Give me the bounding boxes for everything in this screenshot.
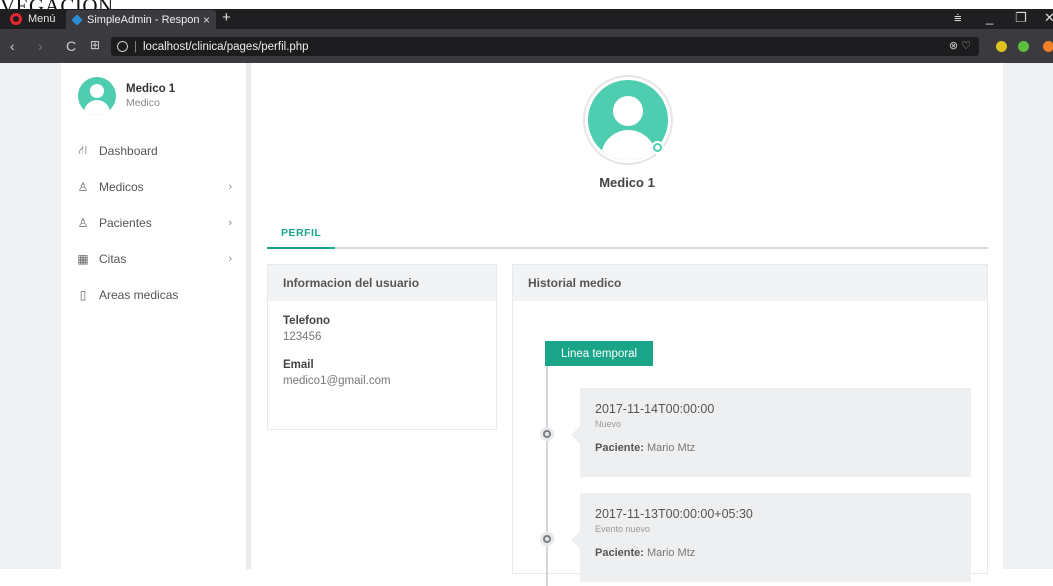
calendar-icon: ▦ <box>77 252 89 266</box>
main-content: Medico 1 PERFIL Informacion del usuario … <box>251 63 1003 586</box>
timeline-line <box>546 366 548 586</box>
dashboard-icon: ⛙ <box>78 143 88 157</box>
user-icon: ♙ <box>77 216 89 230</box>
sidebar-item-label: Areas medicas <box>99 288 179 302</box>
sidebar-menu: ⛙ Dashboard ♙ Medicos › ♙ Pacientes › ▦ … <box>61 133 246 313</box>
medical-history-card: Historial medico Linea temporal 2017-11-… <box>512 264 988 586</box>
stash-icon[interactable]: ⩧ <box>954 10 962 26</box>
timeline-button[interactable]: Linea temporal <box>545 341 654 366</box>
speed-dial-icon[interactable]: ⊞ <box>90 38 100 52</box>
url-text: localhost/clinica/pages/perfil.php <box>143 40 309 53</box>
avatar <box>78 77 116 115</box>
browser-address-bar: ‹ › C ⊞ | localhost/clinica/pages/perfil… <box>0 29 1053 63</box>
phone-value: 123456 <box>283 331 322 343</box>
browser-tab[interactable]: SimpleAdmin - Responsive × <box>66 10 216 29</box>
event-date: 2017-11-13T00:00:00+05:30 <box>595 507 753 521</box>
building-icon: ▯ <box>79 288 87 302</box>
app-viewport: Medico 1 Medico ⛙ Dashboard ♙ Medicos › … <box>0 63 1053 586</box>
sidebar-item-areas-medicas[interactable]: ▯ Areas medicas <box>61 277 246 313</box>
sidebar-user-name: Medico 1 <box>126 83 176 95</box>
close-tab-icon[interactable]: × <box>203 13 210 27</box>
email-value: medico1@gmail.com <box>283 375 391 387</box>
sidebar-item-label: Citas <box>99 252 127 266</box>
user-info-title: Informacion del usuario <box>268 265 496 301</box>
url-separator: | <box>134 40 137 53</box>
tab-perfil[interactable]: PERFIL <box>267 218 336 249</box>
close-window-button[interactable]: ✕ <box>1044 10 1053 26</box>
opera-logo-icon <box>10 13 22 25</box>
chevron-right-icon: › <box>228 217 232 229</box>
restore-button[interactable]: ❐ <box>1015 10 1027 26</box>
sidebar: Medico 1 Medico ⛙ Dashboard ♙ Medicos › … <box>61 63 246 569</box>
user-icon: ♙ <box>77 180 89 194</box>
extension-yellow-icon[interactable] <box>996 41 1007 52</box>
browser-tab-title: SimpleAdmin - Responsive <box>87 13 199 26</box>
chevron-right-icon: › <box>228 181 232 193</box>
profile-tabs: PERFIL <box>267 218 988 249</box>
profile-name: Medico 1 <box>599 175 655 190</box>
sidebar-item-pacientes[interactable]: ♙ Pacientes › <box>61 205 246 241</box>
event-date: 2017-11-14T00:00:00 <box>595 402 715 416</box>
timeline-event: 2017-11-14T00:00:00 Nuevo Paciente: Mari… <box>571 388 971 477</box>
sidebar-item-label: Dashboard <box>99 144 158 158</box>
patient-label: Paciente: <box>595 442 644 454</box>
timeline-dot-icon <box>540 532 554 546</box>
forward-button[interactable]: › <box>38 38 43 54</box>
patient-name: Mario Mtz <box>646 547 696 559</box>
globe-icon <box>117 41 128 52</box>
minimize-button[interactable]: _ <box>986 10 993 25</box>
right-gutter <box>1003 63 1053 569</box>
extension-orange-icon[interactable] <box>1043 41 1053 52</box>
url-actions-icons[interactable]: ⊗ ♡ <box>949 39 971 52</box>
opera-menu-label: Menú <box>28 13 56 25</box>
user-info-card: Informacion del usuario Telefono 123456 … <box>267 264 497 430</box>
sidebar-item-citas[interactable]: ▦ Citas › <box>61 241 246 277</box>
patient-label: Paciente: <box>595 547 644 559</box>
sidebar-item-medicos[interactable]: ♙ Medicos › <box>61 169 246 205</box>
browser-tab-bar: Menú SimpleAdmin - Responsive × + ⩧ _ ❐ … <box>0 9 1053 29</box>
phone-label: Telefono <box>283 315 331 327</box>
back-button[interactable]: ‹ <box>10 38 15 54</box>
cube-favicon-icon <box>71 13 83 26</box>
event-description: Nuevo <box>595 419 622 429</box>
opera-menu-button[interactable]: Menú <box>10 12 56 26</box>
sidebar-item-label: Medicos <box>99 180 144 194</box>
reload-button[interactable]: C <box>66 38 76 54</box>
sidebar-item-label: Pacientes <box>99 216 152 230</box>
url-input[interactable]: | localhost/clinica/pages/perfil.php ⊗ ♡ <box>111 37 979 56</box>
email-label: Email <box>283 359 314 371</box>
timeline-dot-icon <box>540 427 554 441</box>
event-description: Evento nuevo <box>595 524 651 534</box>
sidebar-item-dashboard[interactable]: ⛙ Dashboard <box>61 133 246 169</box>
new-tab-button[interactable]: + <box>222 9 231 26</box>
online-status-icon <box>651 141 664 154</box>
sidebar-user-role: Medico <box>126 97 160 109</box>
chevron-right-icon: › <box>228 253 232 265</box>
shield-extension-icon[interactable] <box>1018 41 1029 52</box>
medical-history-title: Historial medico <box>513 265 987 301</box>
event-patient: Paciente: Mario Mtz <box>595 442 956 454</box>
patient-name: Mario Mtz <box>646 442 696 454</box>
sidebar-user[interactable]: Medico 1 Medico <box>78 77 175 115</box>
event-patient: Paciente: Mario Mtz <box>595 547 956 559</box>
